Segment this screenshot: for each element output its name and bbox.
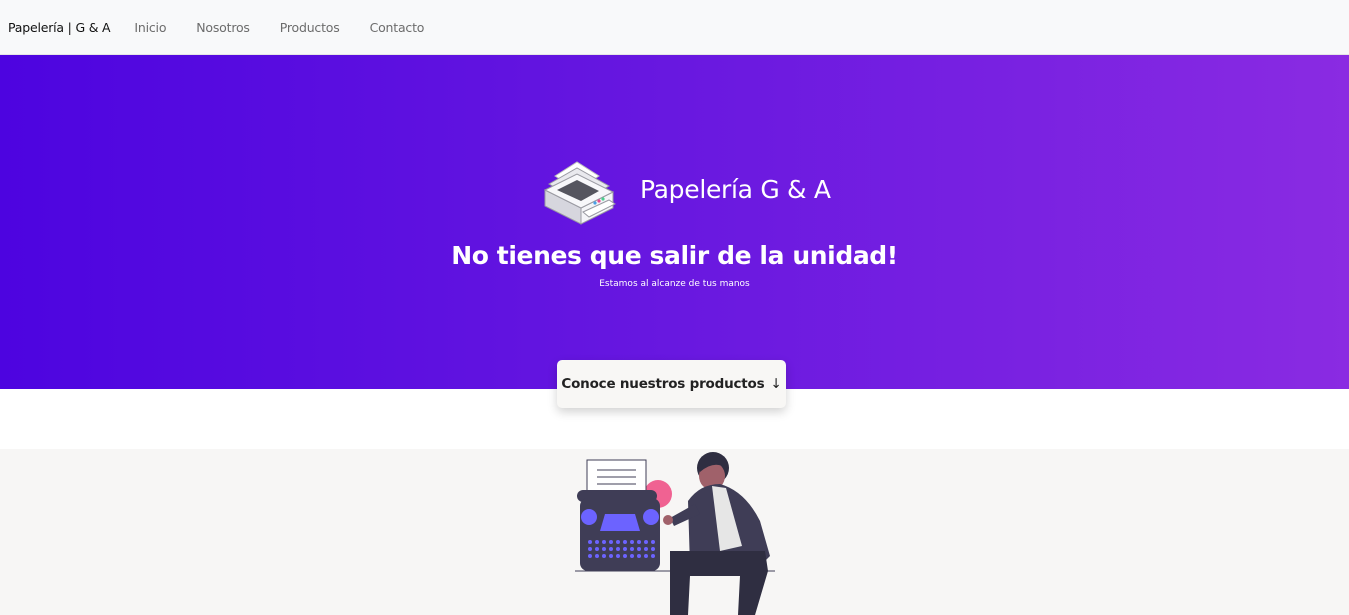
navbar-brand[interactable]: Papelería | G & A xyxy=(8,20,111,35)
nav-link-contacto[interactable]: Contacto xyxy=(370,20,425,35)
navbar: Papelería | G & A Inicio Nosotros Produc… xyxy=(0,0,1349,55)
cta-products-button[interactable]: Conoce nuestros productos ↓ xyxy=(557,360,786,408)
nav-link-productos[interactable]: Productos xyxy=(280,20,340,35)
hero-title: Papelería G & A xyxy=(640,175,831,204)
hero-heading: No tienes que salir de la unidad! xyxy=(451,241,898,270)
hero-section xyxy=(0,55,1349,389)
nav-link-inicio[interactable]: Inicio xyxy=(134,20,166,35)
hero-subtitle: Estamos al alcanze de tus manos xyxy=(599,279,750,289)
person-typewriter-illustration xyxy=(575,452,775,615)
printer-icon xyxy=(543,161,616,225)
arrow-down-icon: ↓ xyxy=(770,376,782,392)
nav-link-nosotros[interactable]: Nosotros xyxy=(196,20,250,35)
cta-label: Conoce nuestros productos xyxy=(561,376,765,392)
